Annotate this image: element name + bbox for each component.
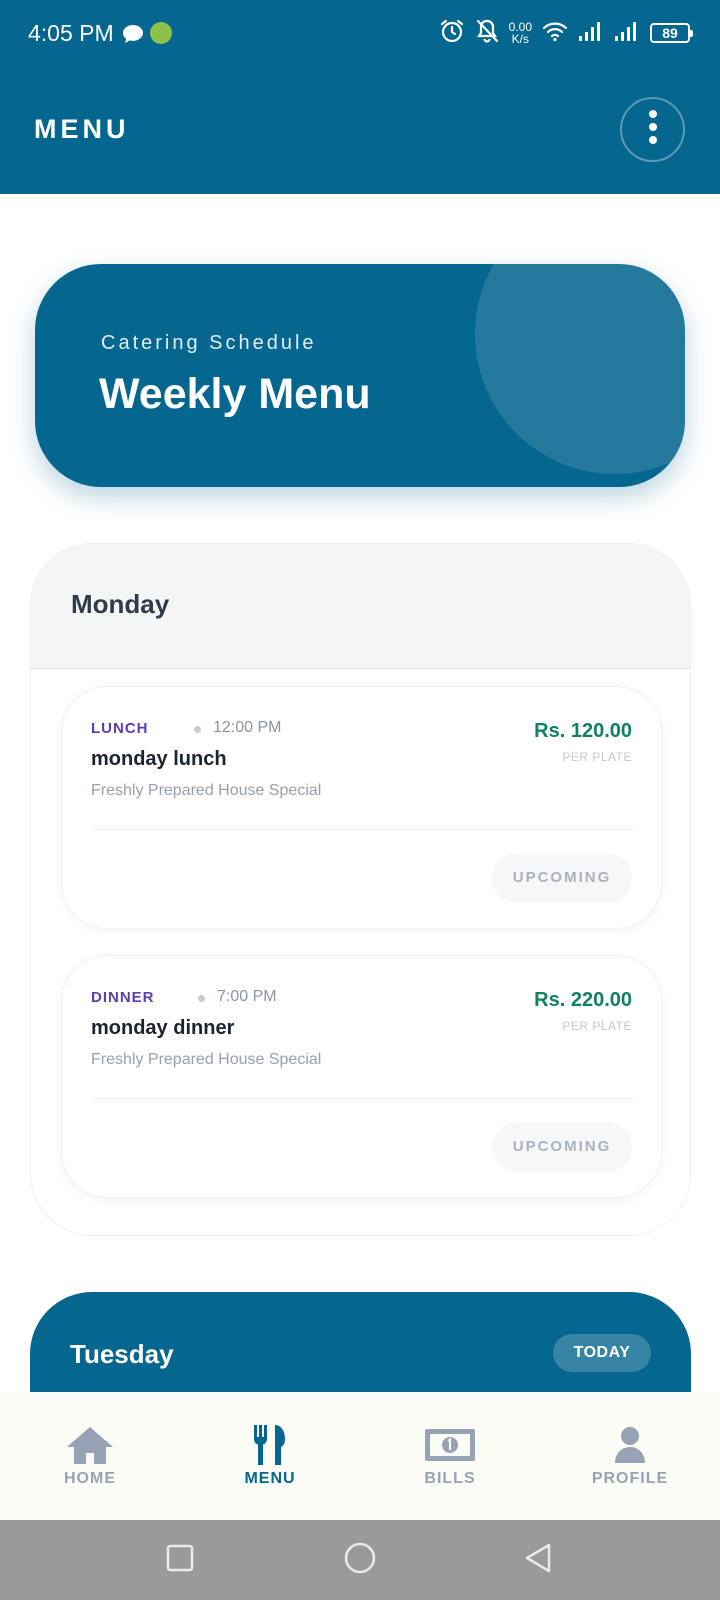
meal-type: LUNCH — [91, 720, 149, 737]
day-name: Tuesday — [70, 1339, 174, 1369]
back-button[interactable] — [518, 1540, 558, 1580]
meal-type: DINNER — [91, 989, 155, 1006]
signal-icon — [578, 20, 604, 47]
price-unit: PER PLATE — [562, 1019, 632, 1033]
more-vertical-icon — [648, 109, 658, 150]
meal-price: Rs. 220.00 — [534, 989, 632, 1011]
signal-icon-2 — [614, 20, 640, 47]
nav-label: BILLS — [424, 1470, 476, 1487]
nav-bills[interactable]: BILLS — [360, 1392, 540, 1520]
meal-status-badge: UPCOMING — [492, 1122, 632, 1172]
status-time: 4:05 PM — [28, 20, 114, 46]
day-name: Monday — [71, 589, 170, 619]
separator-dot — [198, 995, 205, 1002]
nav-label: HOME — [64, 1470, 116, 1487]
more-options-button[interactable] — [620, 97, 685, 162]
wifi-icon — [542, 20, 568, 47]
network-speed: 0.00 K/s — [509, 21, 532, 45]
cutlery-icon — [244, 1424, 296, 1466]
bottom-navigation: HOME MENU BILLS PROFILE — [0, 1392, 720, 1520]
price-unit: PER PLATE — [562, 750, 632, 764]
meal-description: Freshly Prepared House Special — [91, 1051, 322, 1068]
battery-indicator: 89 — [650, 23, 693, 43]
system-navigation-bar — [0, 1520, 720, 1600]
back-triangle-icon — [523, 1542, 553, 1579]
meal-card-lunch[interactable]: LUNCH 12:00 PM monday lunch Freshly Prep… — [61, 686, 662, 929]
meal-card-dinner[interactable]: DINNER 7:00 PM monday dinner Freshly Pre… — [61, 955, 662, 1198]
home-system-button[interactable] — [340, 1540, 380, 1580]
meal-divider — [91, 1098, 634, 1099]
recent-apps-button[interactable] — [160, 1540, 200, 1580]
meal-status-badge: UPCOMING — [492, 853, 632, 903]
day-card-monday: Monday LUNCH 12:00 PM monday lunch Fresh… — [30, 543, 691, 1236]
status-icons: 0.00 K/s 89 — [439, 18, 693, 49]
banner-subtitle: Catering Schedule — [101, 332, 317, 354]
square-icon — [165, 1543, 195, 1578]
meal-divider — [91, 829, 634, 830]
meal-name: monday dinner — [91, 1017, 235, 1039]
alarm-icon — [439, 18, 465, 49]
nav-label: PROFILE — [591, 1470, 669, 1487]
nav-profile[interactable]: PROFILE — [540, 1392, 720, 1520]
circle-icon — [343, 1541, 377, 1580]
separator-dot — [194, 726, 201, 733]
app-notification-icon — [150, 22, 172, 44]
nav-label: MENU — [244, 1470, 296, 1487]
meal-price: Rs. 120.00 — [534, 720, 632, 742]
bell-muted-icon — [475, 18, 499, 49]
meal-time: 7:00 PM — [217, 988, 277, 1005]
meal-name: monday lunch — [91, 748, 227, 770]
app-header: 4:05 PM 0.00 K/s 89 MENU — [0, 0, 720, 194]
today-badge: TODAY — [553, 1334, 651, 1372]
banner-decoration — [475, 264, 685, 474]
status-bar: 4:05 PM 0.00 K/s 89 — [0, 0, 720, 66]
home-icon — [64, 1424, 116, 1466]
nav-menu[interactable]: MENU — [180, 1392, 360, 1520]
page-title: MENU — [34, 114, 130, 144]
network-speed-unit: K/s — [511, 32, 529, 46]
meal-time: 12:00 PM — [213, 719, 282, 736]
day-header: Monday — [31, 544, 690, 669]
weekly-menu-banner: Catering Schedule Weekly Menu — [35, 264, 685, 487]
banknote-icon — [424, 1424, 476, 1466]
chat-notification-icon — [122, 24, 144, 49]
app-screen: 4:05 PM 0.00 K/s 89 MENU Catering Schedu… — [0, 0, 720, 1600]
nav-home[interactable]: HOME — [0, 1392, 180, 1520]
user-icon — [604, 1424, 656, 1466]
banner-title: Weekly Menu — [99, 370, 371, 418]
meal-description: Freshly Prepared House Special — [91, 782, 322, 799]
